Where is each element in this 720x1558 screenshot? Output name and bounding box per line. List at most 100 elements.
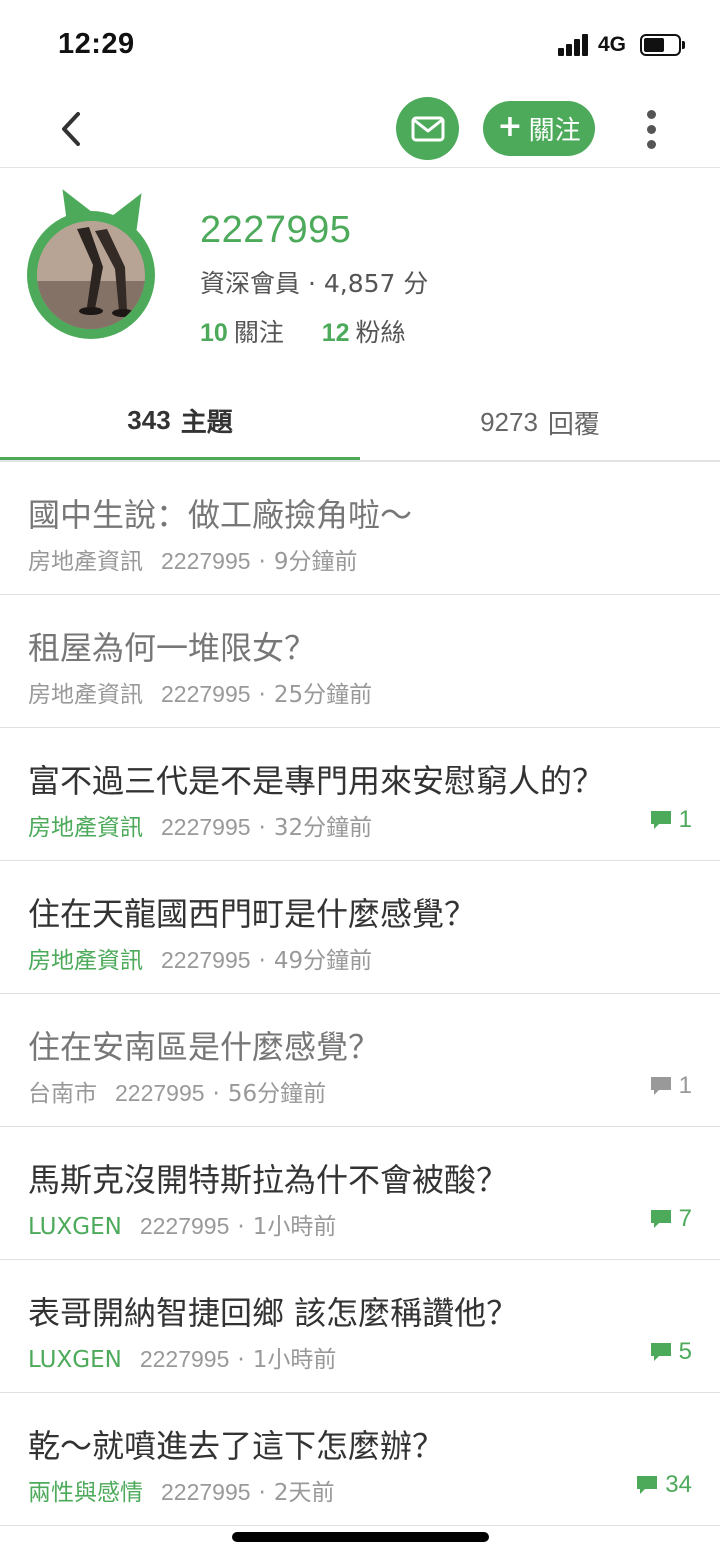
meta-separator: · bbox=[237, 1214, 245, 1240]
followers-stat[interactable]: 12 粉絲 bbox=[322, 318, 406, 347]
post-meta: 房地產資訊 2227995 · 25分鐘前 bbox=[28, 675, 372, 709]
post-author: 2227995 bbox=[161, 814, 251, 840]
post-author: 2227995 bbox=[139, 1346, 230, 1372]
post-author: 2227995 bbox=[139, 1213, 230, 1239]
post-meta: 台南市 2227995 · 56分鐘前 bbox=[28, 1074, 326, 1108]
meta-separator: · bbox=[212, 1081, 220, 1107]
post-item[interactable]: 租屋為何一堆限女？ 房地產資訊 2227995 · 25分鐘前 bbox=[0, 595, 720, 728]
meta-separator: · bbox=[258, 549, 266, 575]
comment-count: 34 bbox=[635, 1471, 692, 1499]
post-item[interactable]: 富不過三代是不是專門用來安慰窮人的？ 房地產資訊 2227995 · 32分鐘前 1 bbox=[0, 728, 720, 861]
comment-count: 1 bbox=[649, 806, 692, 834]
meta-separator: · bbox=[237, 1347, 245, 1373]
post-time: 1小時前 bbox=[252, 1347, 337, 1373]
comment-count-value: 34 bbox=[665, 1471, 692, 1498]
following-stat[interactable]: 10 關注 bbox=[200, 318, 284, 347]
status-time: 12:29 bbox=[58, 28, 135, 60]
post-time: 49分鐘前 bbox=[273, 948, 373, 974]
post-meta: 房地產資訊 2227995 · 9分鐘前 bbox=[28, 542, 358, 576]
plus-icon: + bbox=[497, 109, 523, 144]
post-meta: LUXGEN 2227995 · 1小時前 bbox=[28, 1207, 336, 1241]
comment-count-value: 1 bbox=[678, 1072, 692, 1099]
profile-header: 2227995 資深會員 · 4,857 分 10 關注 12 粉絲 bbox=[0, 169, 720, 384]
member-level-and-points: 資深會員 · 4,857 分 bbox=[200, 269, 429, 298]
post-category[interactable]: LUXGEN bbox=[28, 1347, 122, 1373]
comment-bubble-icon bbox=[637, 1476, 658, 1494]
post-time: 56分鐘前 bbox=[227, 1081, 327, 1107]
avatar-image bbox=[37, 221, 145, 329]
following-count: 10 bbox=[200, 319, 228, 347]
comment-bubble-icon bbox=[650, 1077, 671, 1095]
followers-count: 12 bbox=[321, 319, 350, 347]
post-category[interactable]: 房地產資訊 bbox=[28, 682, 143, 708]
tab-topics-label: 主題 bbox=[180, 408, 233, 438]
post-category[interactable]: 房地產資訊 bbox=[28, 815, 143, 841]
post-author: 2227995 bbox=[115, 1080, 205, 1106]
post-category[interactable]: 房地產資訊 bbox=[28, 549, 143, 575]
post-meta: 兩性與感情 2227995 · 2天前 bbox=[28, 1473, 335, 1507]
post-item[interactable]: 國中生說：做工廠撿角啦～ 房地產資訊 2227995 · 9分鐘前 bbox=[0, 462, 720, 595]
avatar[interactable] bbox=[27, 182, 157, 339]
tab-topics[interactable]: 343 主題 bbox=[0, 384, 360, 460]
tab-replies-label: 回覆 bbox=[547, 409, 600, 440]
post-meta: 房地產資訊 2227995 · 32分鐘前 bbox=[28, 808, 372, 842]
post-author: 2227995 bbox=[161, 947, 251, 973]
signal-strength-icon bbox=[558, 34, 592, 56]
back-button[interactable] bbox=[46, 104, 96, 154]
post-title: 馬斯克沒開特斯拉為什不會被酸？ bbox=[28, 1161, 509, 1199]
tab-topics-count: 343 bbox=[127, 405, 171, 435]
post-time: 32分鐘前 bbox=[273, 815, 373, 841]
tab-replies-count: 9273 bbox=[480, 406, 538, 437]
envelope-icon bbox=[411, 116, 444, 141]
post-category[interactable]: 房地產資訊 bbox=[28, 948, 143, 974]
following-label: 關注 bbox=[233, 318, 284, 347]
meta-separator: · bbox=[258, 1480, 266, 1506]
follow-stats: 10 關注 12 粉絲 bbox=[200, 313, 406, 349]
post-author: 2227995 bbox=[161, 548, 251, 574]
post-title: 住在天龍國西門町是什麼感覺？ bbox=[28, 895, 477, 933]
comment-count-value: 5 bbox=[678, 1338, 692, 1365]
more-options-button[interactable] bbox=[632, 104, 670, 154]
post-category[interactable]: 兩性與感情 bbox=[28, 1480, 143, 1506]
follow-button[interactable]: + 關注 bbox=[483, 101, 595, 156]
profile-username: 2227995 bbox=[200, 209, 352, 251]
post-item[interactable]: 乾～就噴進去了這下怎麼辦？ 兩性與感情 2227995 · 2天前 34 bbox=[0, 1393, 720, 1526]
post-time: 9分鐘前 bbox=[273, 549, 358, 575]
meta-separator: · bbox=[258, 682, 266, 708]
post-meta: LUXGEN 2227995 · 1小時前 bbox=[28, 1340, 336, 1374]
comment-count: 5 bbox=[649, 1338, 692, 1366]
comment-count-value: 7 bbox=[678, 1205, 692, 1232]
chevron-left-icon bbox=[62, 112, 80, 146]
post-title: 國中生說：做工廠撿角啦～ bbox=[28, 496, 413, 534]
post-time: 2天前 bbox=[273, 1480, 335, 1506]
post-item[interactable]: 住在天龍國西門町是什麼感覺？ 房地產資訊 2227995 · 49分鐘前 bbox=[0, 861, 720, 994]
comment-count: 1 bbox=[649, 1072, 692, 1100]
post-time: 25分鐘前 bbox=[273, 682, 373, 708]
post-title: 富不過三代是不是專門用來安慰窮人的？ bbox=[28, 762, 605, 800]
comment-bubble-icon bbox=[650, 1343, 671, 1361]
post-list: 國中生說：做工廠撿角啦～ 房地產資訊 2227995 · 9分鐘前 租屋為何一堆限女？… bbox=[0, 462, 720, 1526]
post-meta: 房地產資訊 2227995 · 49分鐘前 bbox=[28, 941, 372, 975]
post-category[interactable]: 台南市 bbox=[28, 1081, 97, 1107]
meta-separator: · bbox=[258, 815, 266, 841]
follow-button-label: 關注 bbox=[528, 116, 581, 146]
network-type: 4G bbox=[598, 33, 627, 56]
post-item[interactable]: 表哥開納智捷回鄉 該怎麼稱讚他？ LUXGEN 2227995 · 1小時前 5 bbox=[0, 1260, 720, 1393]
comment-bubble-icon bbox=[650, 1210, 671, 1228]
meta-separator: · bbox=[258, 948, 266, 974]
post-item[interactable]: 馬斯克沒開特斯拉為什不會被酸？ LUXGEN 2227995 · 1小時前 7 bbox=[0, 1127, 720, 1260]
post-author: 2227995 bbox=[161, 681, 251, 707]
comment-count-value: 1 bbox=[678, 806, 692, 833]
comment-bubble-icon bbox=[650, 811, 671, 829]
tab-replies[interactable]: 9273 回覆 bbox=[360, 384, 720, 460]
post-title: 租屋為何一堆限女？ bbox=[28, 629, 317, 667]
followers-label: 粉絲 bbox=[355, 318, 406, 347]
post-item[interactable]: 住在安南區是什麼感覺？ 台南市 2227995 · 56分鐘前 1 bbox=[0, 994, 720, 1127]
post-title: 乾～就噴進去了這下怎麼辦？ bbox=[28, 1427, 445, 1465]
top-nav-bar: + 關注 bbox=[0, 90, 720, 168]
home-indicator[interactable] bbox=[232, 1532, 489, 1542]
message-button[interactable] bbox=[396, 97, 459, 160]
comment-count: 7 bbox=[649, 1205, 692, 1233]
profile-tabs: 343 主題 9273 回覆 bbox=[0, 384, 720, 462]
post-category[interactable]: LUXGEN bbox=[28, 1214, 122, 1240]
